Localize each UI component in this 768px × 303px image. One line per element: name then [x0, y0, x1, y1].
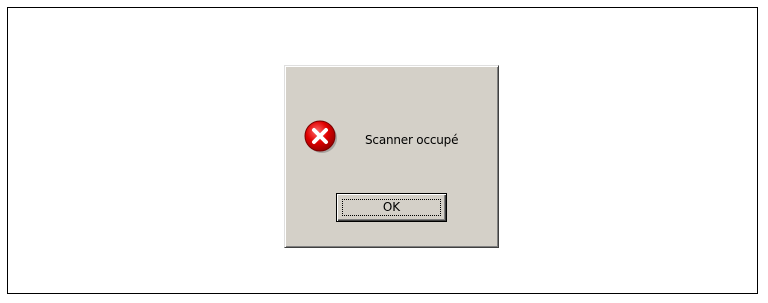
- error-icon: [304, 120, 338, 154]
- dialog-message: Scanner occupé: [365, 133, 459, 147]
- error-dialog: Scanner occupé OK: [284, 65, 499, 248]
- ok-button-label: OK: [382, 200, 401, 214]
- ok-button[interactable]: OK: [336, 193, 447, 222]
